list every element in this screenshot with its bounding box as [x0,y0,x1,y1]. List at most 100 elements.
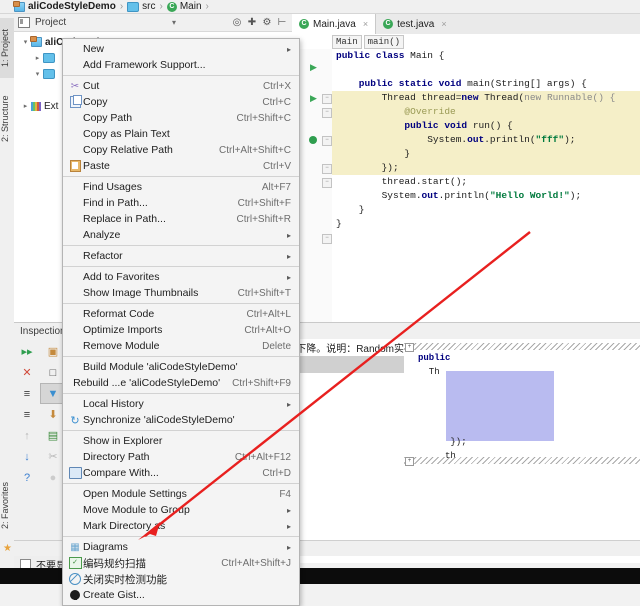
menu-item-find-usages[interactable]: Find UsagesAlt+F7 [63,179,299,195]
code-token: Thread thread= [336,92,461,103]
menu-item-analyze[interactable]: Analyze▸ [63,227,299,243]
menu-item-directory-path[interactable]: Directory PathCtrl+Alt+F12 [63,449,299,465]
code-token: main(String[] args) { [461,78,586,89]
menu-item-paste[interactable]: PasteCtrl+V [63,158,299,174]
close-icon[interactable]: × [363,19,368,29]
menu-item-local-history[interactable]: Local History▸ [63,396,299,412]
menu-item-label: Cut [83,80,99,92]
breadcrumb-item-alicodestyledemo[interactable]: aliCodeStyleDemo [14,1,116,12]
menu-item-reformat-code[interactable]: Reformat CodeCtrl+Alt+L [63,306,299,322]
menu-item-copy-as-plain-text[interactable]: Copy as Plain Text [63,126,299,142]
menu-item-shortcut: Ctrl+X [251,81,291,92]
settings-gear-icon[interactable]: ⚙ [261,17,273,29]
menu-item-add-framework-support[interactable]: Add Framework Support... [63,57,299,73]
no-icon [67,58,83,72]
chevron-down-icon[interactable]: ▾ [172,18,176,27]
sidebar-tab-project[interactable]: 1: Project [0,18,14,78]
code-token: } [336,204,365,215]
run-gutter-icon[interactable]: ▶ [310,94,319,103]
no-icon [67,270,83,284]
fold-icon[interactable]: − [322,136,332,146]
menu-item-copy-path[interactable]: Copy PathCtrl+Shift+C [63,110,299,126]
collapse-all-icon[interactable]: ◎ [231,17,243,29]
hide-icon[interactable]: ⊢ [276,17,288,29]
menu-item-mark-directory-as[interactable]: Mark Directory as▸ [63,518,299,534]
close-icon[interactable]: ✕ [14,362,40,383]
submenu-arrow-icon: ▸ [275,506,291,515]
menu-item-build-module-alicodestyledemo[interactable]: Build Module 'aliCodeStyleDemo' [63,359,299,375]
menu-item-find-in-path[interactable]: Find in Path...Ctrl+Shift+F [63,195,299,211]
editor-tab-test-java[interactable]: Ctest.java× [376,14,454,34]
editor-tab-Main-java[interactable]: CMain.java× [292,14,376,34]
fold-icon[interactable]: − [322,234,332,244]
menu-item-move-module-to-group[interactable]: Move Module to Group▸ [63,502,299,518]
submenu-arrow-icon: ▸ [275,45,291,54]
breadcrumb-separator: › [120,1,123,12]
menu-item-关闭实时检测功能[interactable]: 关闭实时检测功能 [63,571,299,587]
breadcrumb-item-main[interactable]: CMain [167,1,202,12]
code-editor[interactable]: public class Main { public static void m… [332,49,640,322]
disclosure-arrow-icon[interactable]: ▸ [20,102,31,110]
menu-separator [63,536,299,537]
sync-icon: ↻ [67,413,83,427]
disclosure-arrow-icon[interactable]: ▸ [32,54,43,62]
menu-item-编码规约扫描[interactable]: ✓编码规约扫描Ctrl+Alt+Shift+J [63,555,299,571]
menu-item-copy[interactable]: CopyCtrl+C [63,94,299,110]
no-icon [67,323,83,337]
menu-item-create-gist[interactable]: Create Gist... [63,587,299,603]
menu-item-new[interactable]: New▸ [63,41,299,57]
code-token: ); [570,190,581,201]
fold-icon[interactable]: − [322,164,332,174]
help-icon[interactable]: ? [14,467,40,488]
menu-item-open-module-settings[interactable]: Open Module SettingsF4 [63,486,299,502]
close-icon[interactable]: × [441,19,446,29]
preview-highlight [446,371,554,441]
menu-item-optimize-imports[interactable]: Optimize ImportsCtrl+Alt+O [63,322,299,338]
menu-item-remove-module[interactable]: Remove ModuleDelete [63,338,299,354]
context-menu[interactable]: New▸Add Framework Support...✂CutCtrl+XCo… [62,38,300,606]
menu-item-refactor[interactable]: Refactor▸ [63,248,299,264]
editor-breadcrumb-chip[interactable]: main() [364,35,404,49]
menu-item-shortcut: Ctrl+Shift+F9 [220,378,291,389]
collapse-all-icon[interactable]: ≡ [14,404,40,425]
code-line: thread.start(); [332,175,640,189]
menu-item-copy-relative-path[interactable]: Copy Relative PathCtrl+Alt+Shift+C [63,142,299,158]
code-line: Thread thread=new Thread(new Runnable() … [332,91,640,105]
submenu-arrow-icon: ▸ [275,252,291,261]
breadcrumb-item-src[interactable]: src [127,1,155,12]
menu-item-label: Find Usages [83,181,142,193]
project-view-icon [18,17,30,28]
breakpoint-icon[interactable] [309,136,317,144]
code-token: run() { [467,120,513,131]
menu-item-show-image-thumbnails[interactable]: Show Image ThumbnailsCtrl+Shift+T [63,285,299,301]
no-icon [67,397,83,411]
menu-item-cut[interactable]: ✂CutCtrl+X [63,78,299,94]
menu-item-compare-with[interactable]: Compare With...Ctrl+D [63,465,299,481]
menu-item-diagrams[interactable]: ▦Diagrams▸ [63,539,299,555]
target-icon[interactable]: ✚ [246,17,258,29]
disclosure-arrow-icon[interactable]: ▾ [32,70,43,78]
code-line: public class Main { [332,49,640,63]
code-line: } [332,217,640,231]
fold-icon[interactable]: − [322,94,332,104]
fold-icon[interactable]: − [322,178,332,188]
rerun-icon[interactable]: ▸▸ [14,341,40,362]
menu-item-rebuild-e-alicodestyledemo[interactable]: Rebuild ...e 'aliCodeStyleDemo'Ctrl+Shif… [63,375,299,391]
menu-item-synchronize-alicodestyledemo[interactable]: ↻Synchronize 'aliCodeStyleDemo' [63,412,299,428]
run-gutter-icon[interactable]: ▶ [310,63,319,72]
no-icon [67,360,83,374]
sidebar-tab-structure[interactable]: 2: Structure [0,86,14,152]
sidebar-tab-favorites[interactable]: 2: Favorites [0,469,14,541]
menu-item-replace-in-path[interactable]: Replace in Path...Ctrl+Shift+R [63,211,299,227]
menu-item-show-in-explorer[interactable]: Show in Explorer [63,433,299,449]
previous-icon[interactable]: ↑ [14,425,40,446]
expand-icon[interactable]: + [405,343,414,352]
next-icon[interactable]: ↓ [14,446,40,467]
expand-all-icon[interactable]: ≡ [14,383,40,404]
editor-breadcrumb-chip[interactable]: Main [332,35,362,49]
code-token: } [336,218,342,229]
folder-icon [43,53,55,63]
expand-icon[interactable]: + [405,457,414,466]
menu-item-add-to-favorites[interactable]: Add to Favorites▸ [63,269,299,285]
fold-icon[interactable]: − [322,108,332,118]
